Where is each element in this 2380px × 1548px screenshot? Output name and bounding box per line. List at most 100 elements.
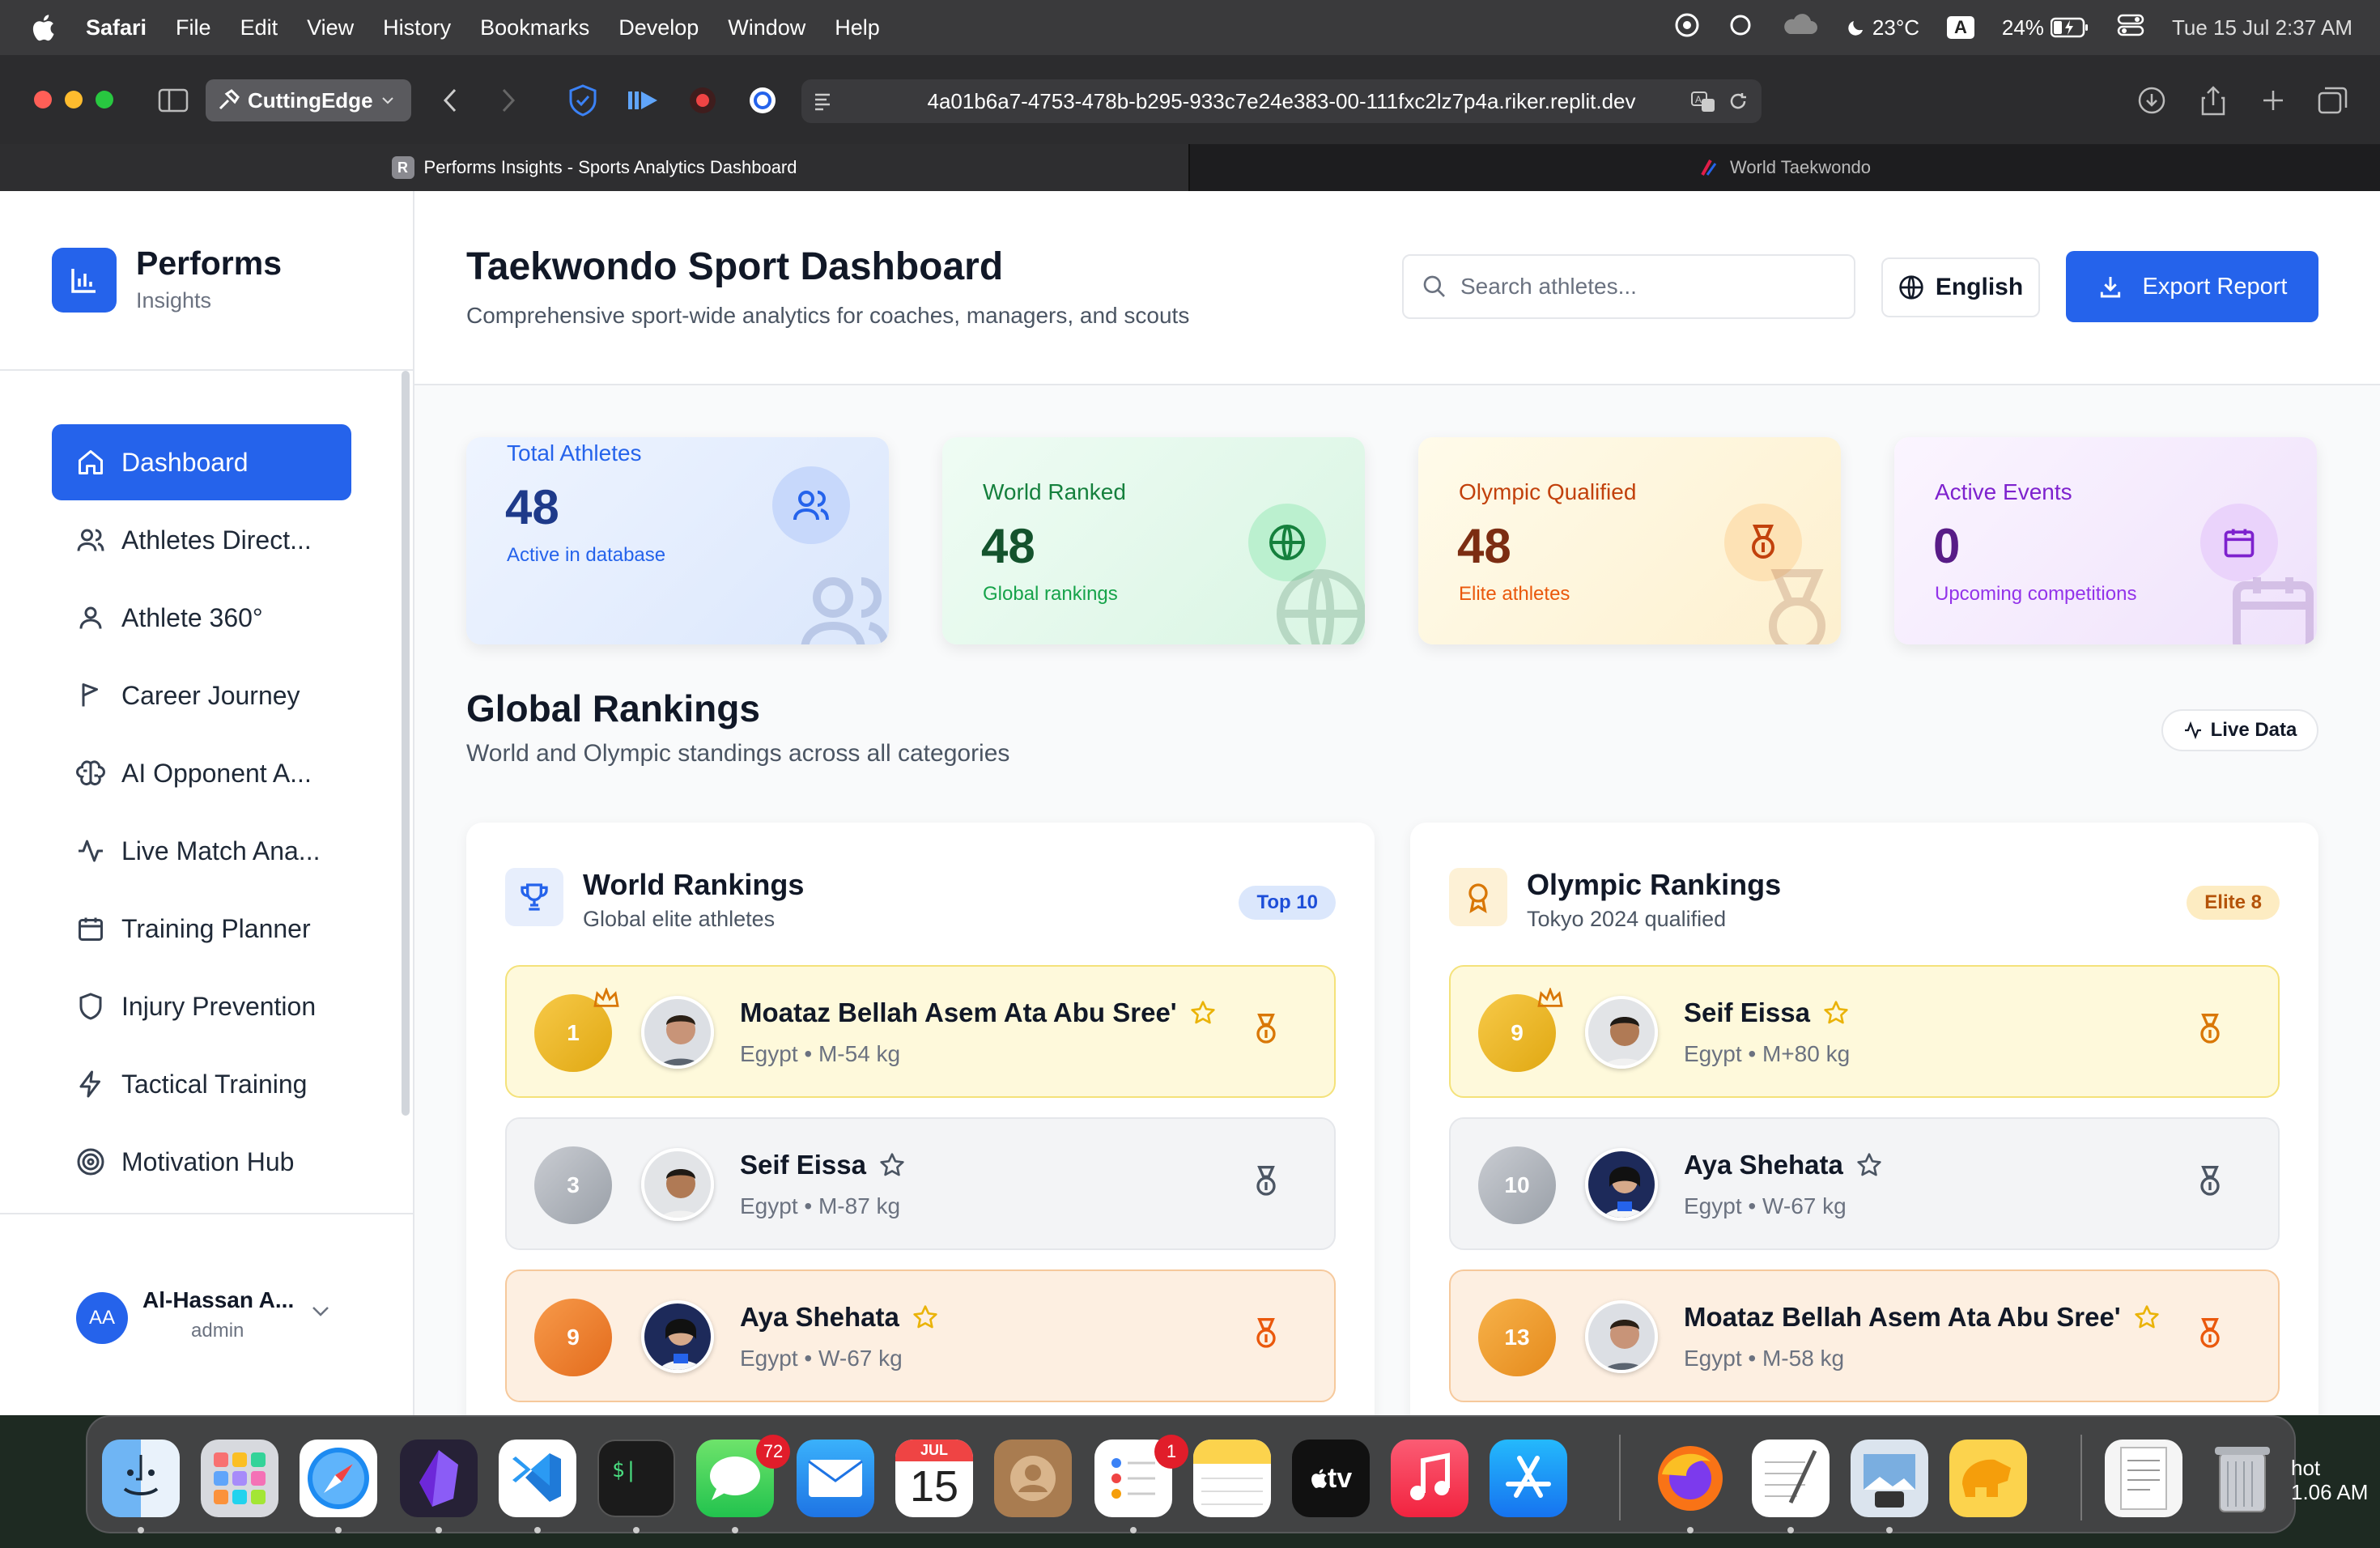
reader-icon[interactable] — [813, 91, 834, 112]
language-label: English — [1935, 274, 2024, 300]
documents-stack-icon[interactable] — [2105, 1440, 2182, 1517]
browser-tab-world-taekwondo[interactable]: World Taekwondo — [1188, 144, 2380, 191]
new-tab-icon[interactable] — [2257, 84, 2289, 117]
ranking-row[interactable]: 10 Aya Shehata Egypt • W-67 kg — [1449, 1117, 2280, 1250]
star-icon[interactable] — [2134, 1304, 2160, 1330]
search-input[interactable]: Search athletes... — [1402, 254, 1855, 319]
star-icon[interactable] — [912, 1304, 938, 1330]
music-icon[interactable] — [1391, 1440, 1468, 1517]
sidebar-item-athletes-directory[interactable]: Athletes Direct... — [52, 502, 351, 578]
zoom-window-button[interactable] — [96, 91, 113, 108]
minimize-window-button[interactable] — [65, 91, 83, 108]
battery-status[interactable]: 24% — [2002, 15, 2089, 40]
athlete-avatar — [1585, 996, 1658, 1069]
sidebar-item-career-journey[interactable]: Career Journey — [52, 657, 351, 734]
star-icon[interactable] — [1823, 1000, 1849, 1026]
downloads-icon[interactable] — [2136, 84, 2168, 117]
menu-view[interactable]: View — [307, 15, 354, 40]
tv-icon[interactable]: tv — [1292, 1440, 1370, 1517]
textedit-icon[interactable] — [1752, 1440, 1830, 1517]
user-menu[interactable]: AA Al-Hassan A... admin — [0, 1213, 413, 1415]
sidebar-scrollbar[interactable] — [402, 371, 410, 1116]
share-icon[interactable] — [2197, 84, 2229, 117]
menu-app-safari[interactable]: Safari — [86, 15, 147, 40]
svg-text:A: A — [1695, 94, 1702, 105]
safari-icon[interactable] — [300, 1440, 377, 1517]
stat-card-total-athletes: Total Athletes 48 Active in database — [466, 437, 889, 644]
menu-history[interactable]: History — [383, 15, 451, 40]
ranking-row[interactable]: 13 Moataz Bellah Asem Ata Abu Sree' Egyp… — [1449, 1269, 2280, 1402]
finder-icon[interactable] — [102, 1440, 180, 1517]
sidebar-item-injury-prevention[interactable]: Injury Prevention — [52, 968, 351, 1044]
terminal-icon[interactable]: $| — [597, 1440, 675, 1517]
star-icon[interactable] — [879, 1152, 905, 1178]
star-icon[interactable] — [1190, 1000, 1216, 1026]
translate-icon[interactable]: A — [1690, 91, 1716, 113]
main-content: Taekwondo Sport Dashboard Comprehensive … — [414, 191, 2380, 1415]
tab-group-selector[interactable]: CuttingEdge — [206, 79, 411, 121]
star-icon[interactable] — [1856, 1152, 1882, 1178]
sidebar-item-tactical-training[interactable]: Tactical Training — [52, 1046, 351, 1122]
launchpad-icon[interactable] — [201, 1440, 278, 1517]
menubar-clock[interactable]: Tue 15 Jul 2:37 AM — [2172, 15, 2352, 40]
contacts-icon[interactable] — [994, 1440, 1072, 1517]
medal-icon — [1769, 569, 1825, 644]
mail-icon[interactable] — [797, 1440, 874, 1517]
menu-help[interactable]: Help — [835, 15, 880, 40]
shield-extension-icon[interactable] — [567, 84, 599, 117]
vscode-icon[interactable] — [499, 1440, 576, 1517]
calendar-icon — [2233, 577, 2314, 644]
apple-logo-icon[interactable] — [31, 14, 57, 41]
control-center-icon[interactable] — [2117, 13, 2144, 43]
section-subtitle: World and Olympic standings across all c… — [466, 740, 1010, 767]
language-button[interactable]: English — [1881, 257, 2040, 317]
menu-edit[interactable]: Edit — [240, 15, 278, 40]
reload-icon[interactable] — [1728, 91, 1749, 112]
sidebar-item-live-match[interactable]: Live Match Ana... — [52, 813, 351, 889]
tab-overview-icon[interactable] — [2317, 84, 2349, 117]
ranking-row[interactable]: 9 Seif Eissa Egypt • M+80 kg — [1449, 965, 2280, 1098]
firefox-icon[interactable] — [1651, 1440, 1729, 1517]
play-extension-icon[interactable] — [627, 84, 659, 117]
menu-window[interactable]: Window — [728, 15, 805, 40]
close-window-button[interactable] — [34, 91, 52, 108]
live-data-badge[interactable]: Live Data — [2161, 709, 2318, 751]
obsidian-icon[interactable] — [400, 1440, 478, 1517]
bug-extension-icon[interactable] — [686, 84, 719, 117]
chevron-down-icon[interactable] — [311, 1305, 330, 1318]
ranking-row[interactable]: 1 Moataz Bellah Asem Ata Abu Sree' Egypt… — [505, 965, 1336, 1098]
export-report-button[interactable]: Export Report — [2066, 251, 2318, 322]
ranking-row[interactable]: 9 Aya Shehata Egypt • W-67 kg — [505, 1269, 1336, 1402]
back-icon[interactable] — [434, 84, 466, 117]
browser-tab-active[interactable]: R Performs Insights - Sports Analytics D… — [0, 144, 1188, 191]
tableplus-icon[interactable] — [1949, 1440, 2027, 1517]
focus-circle-icon[interactable] — [1728, 13, 1753, 43]
sidebar-item-ai-opponent[interactable]: AI Opponent A... — [52, 735, 351, 811]
messages-badge: 72 — [756, 1435, 790, 1469]
sidebar-item-label: Career Journey — [121, 680, 300, 710]
browser-toolbar: CuttingEdge 4a01b6a7-4753-478b-b295-933c… — [0, 55, 2380, 144]
sidebar-item-training-planner[interactable]: Training Planner — [52, 891, 351, 967]
brand-header: Performs Insights — [0, 191, 413, 371]
menu-file[interactable]: File — [176, 15, 211, 40]
sidebar-toggle-icon[interactable] — [157, 84, 189, 117]
notes-icon[interactable] — [1193, 1440, 1271, 1517]
sidebar-item-athlete-360[interactable]: Athlete 360° — [52, 580, 351, 656]
app-store-icon[interactable] — [1490, 1440, 1567, 1517]
calendar-icon[interactable]: JUL 15 — [895, 1440, 973, 1517]
stat-label: Olympic Qualified — [1459, 479, 1637, 504]
ranking-row[interactable]: 3 Seif Eissa Egypt • M-87 kg — [505, 1117, 1336, 1250]
weather-widget[interactable]: 23°C — [1847, 15, 1919, 40]
trash-icon[interactable] — [2204, 1440, 2281, 1517]
vpn-status-icon[interactable] — [1673, 11, 1701, 45]
sidebar-item-dashboard[interactable]: Dashboard — [52, 424, 351, 500]
menu-bookmarks[interactable]: Bookmarks — [480, 15, 589, 40]
address-bar[interactable]: 4a01b6a7-4753-478b-b295-933c7e24e383-00-… — [801, 79, 1762, 123]
preview-icon[interactable] — [1851, 1440, 1928, 1517]
cloud-icon[interactable] — [1780, 13, 1819, 43]
forward-icon[interactable] — [492, 84, 525, 117]
input-source-indicator[interactable]: A — [1947, 16, 1974, 39]
sidebar-item-motivation-hub[interactable]: Motivation Hub — [52, 1124, 351, 1200]
vpn-extension-icon[interactable] — [746, 84, 779, 117]
menu-develop[interactable]: Develop — [618, 15, 699, 40]
